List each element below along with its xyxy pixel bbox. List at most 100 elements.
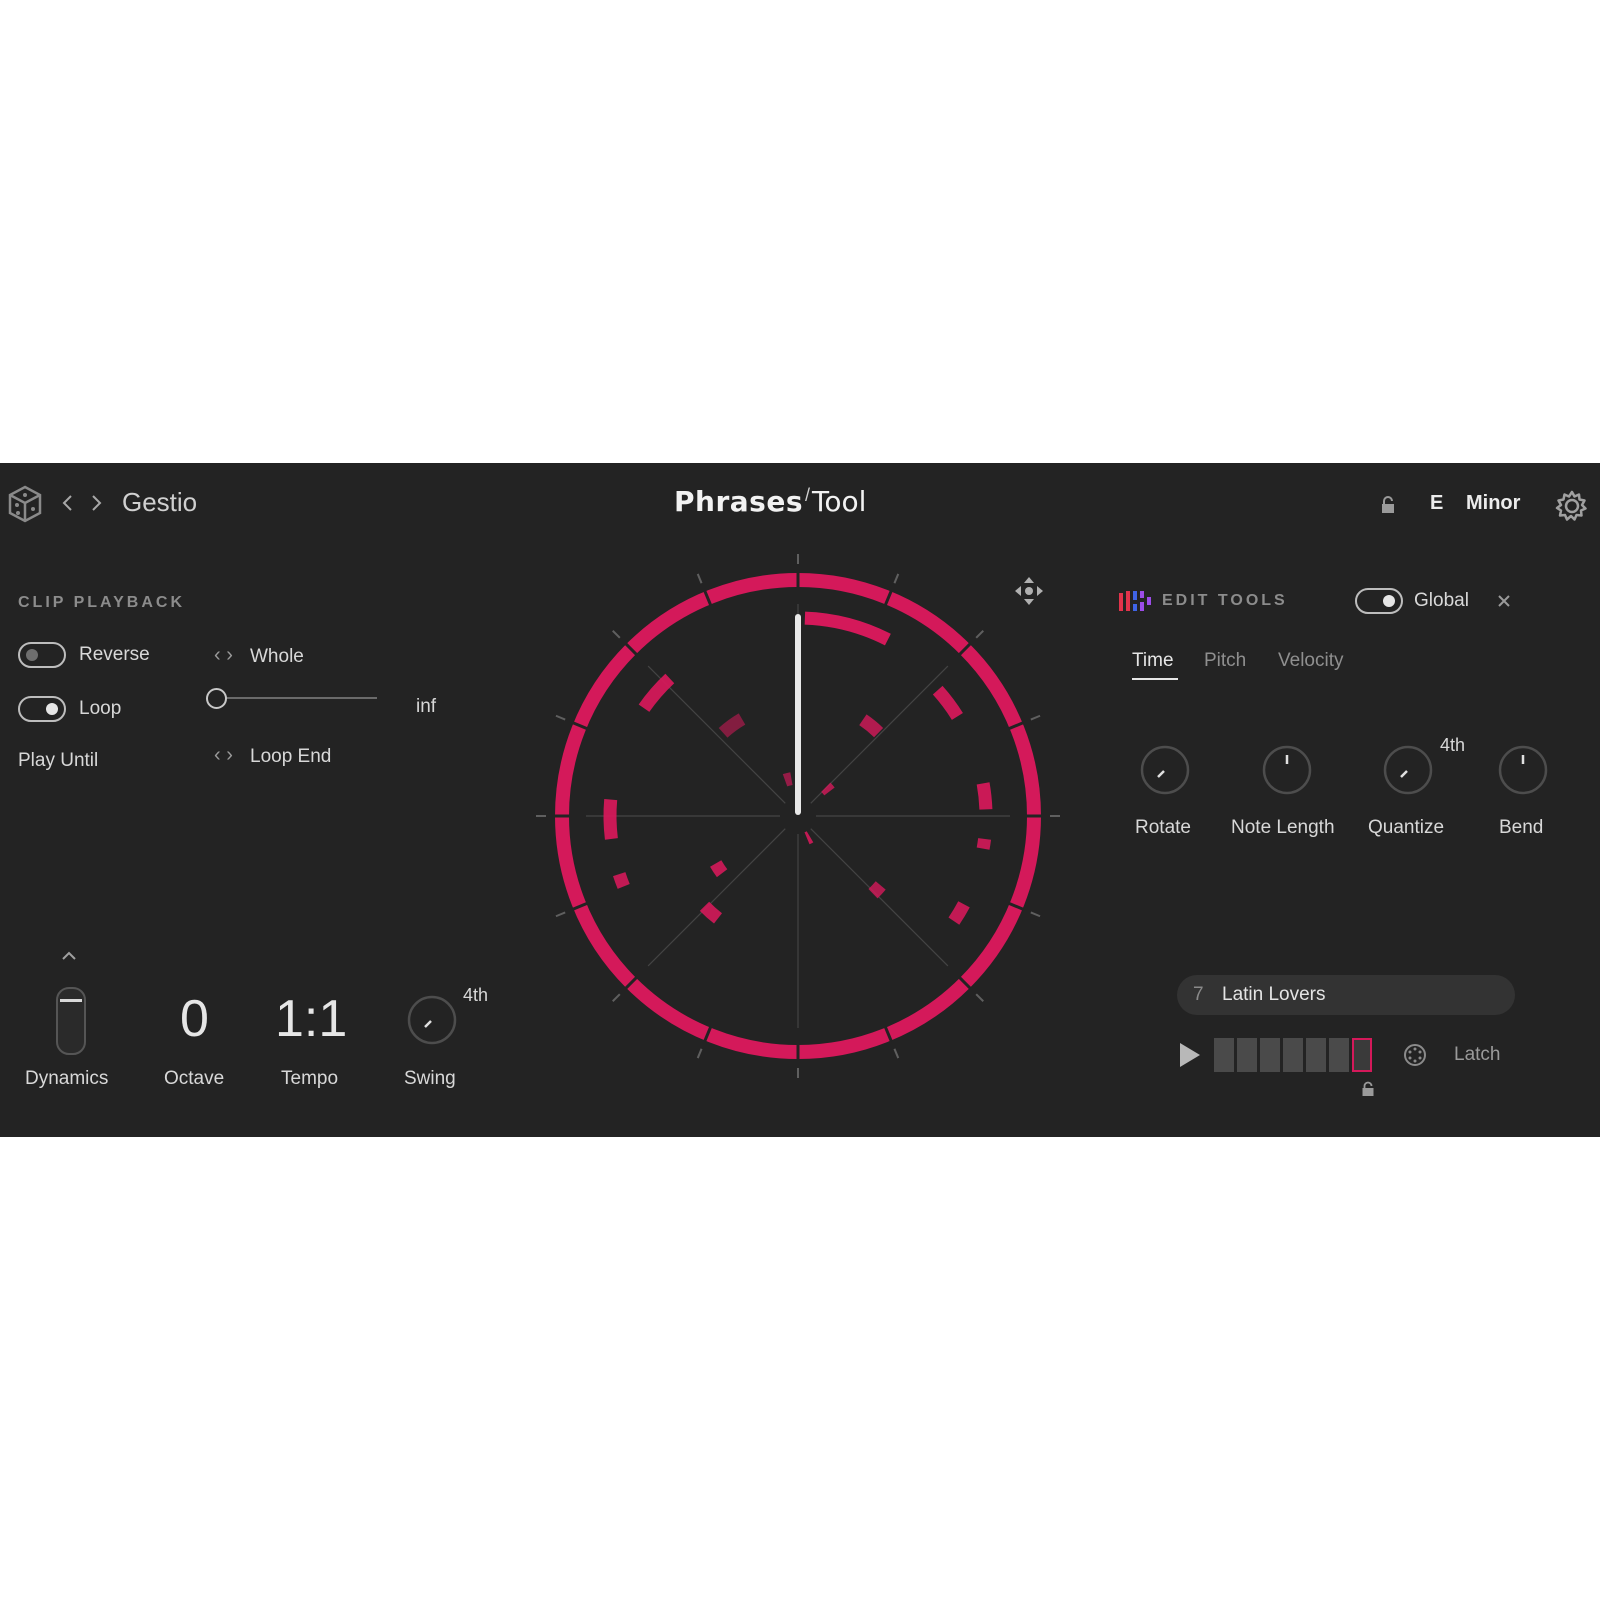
note-arc	[699, 901, 723, 924]
play-until-arrows-icon[interactable]: ‹ ›	[214, 744, 233, 767]
phrase-slot[interactable]	[1329, 1038, 1349, 1072]
chevron-right-icon	[92, 495, 102, 511]
app-title-sub: Tool	[812, 485, 867, 518]
dice-icon[interactable]	[8, 485, 42, 523]
swing-division[interactable]: 4th	[463, 985, 488, 1006]
global-toggle[interactable]	[1355, 588, 1403, 614]
phrase-slot-strip[interactable]	[1214, 1038, 1378, 1072]
reverse-toggle[interactable]	[18, 642, 66, 668]
chevron-left-icon	[62, 495, 72, 511]
loop-label: Loop	[79, 698, 122, 719]
phrase-name: Latin Lovers	[1222, 984, 1326, 1005]
play-button[interactable]	[1178, 1041, 1202, 1069]
tab-time[interactable]: Time	[1132, 650, 1174, 672]
loop-count-value: inf	[416, 696, 437, 717]
global-label: Global	[1414, 590, 1469, 611]
rotate-label: Rotate	[1135, 817, 1191, 838]
preset-name[interactable]: Gestio	[122, 487, 197, 518]
bend-label: Bend	[1499, 817, 1544, 838]
global-toggle-knob	[1383, 595, 1395, 607]
note-arc	[821, 782, 835, 796]
note-arc	[718, 713, 746, 738]
phrase-slot[interactable]	[1306, 1038, 1326, 1072]
phrase-number: 7	[1193, 984, 1204, 1005]
edit-tools-heading: EDIT TOOLS	[1162, 592, 1288, 609]
note-arc	[859, 714, 884, 738]
note-arc	[804, 611, 891, 646]
note-arc	[976, 838, 992, 850]
close-edit-tools-button[interactable]	[1494, 591, 1514, 611]
bend-knob[interactable]	[1497, 744, 1549, 796]
slider-track	[215, 697, 377, 699]
outer-tick	[893, 573, 900, 584]
edit-tools-icon	[1119, 589, 1151, 613]
gear-icon	[1555, 490, 1587, 521]
close-icon	[1498, 595, 1510, 607]
scale-selector[interactable]: Minor	[1466, 492, 1520, 515]
quantize-knob[interactable]	[1382, 744, 1434, 796]
phrase-selector[interactable]: 7 Latin Lovers	[1177, 975, 1515, 1015]
app-title-main: Phrases	[674, 485, 803, 518]
tempo-label: Tempo	[281, 1068, 339, 1089]
dynamics-fader[interactable]	[56, 987, 86, 1055]
app-title: Phrases/Tool	[674, 485, 866, 518]
note-arc	[976, 782, 993, 810]
clip-playback-heading: CLIP PLAYBACK	[18, 594, 186, 611]
phrase-slot[interactable]	[1237, 1038, 1257, 1072]
slot-lock-icon[interactable]	[1361, 1081, 1375, 1097]
swing-knob[interactable]	[406, 994, 458, 1046]
octave-label: Octave	[164, 1068, 225, 1089]
octave-value[interactable]: 0	[180, 989, 209, 1049]
outer-tick	[1030, 911, 1041, 918]
reverse-label: Reverse	[79, 644, 150, 665]
phrase-slot-active[interactable]	[1352, 1038, 1372, 1072]
loop-count-slider[interactable]	[205, 686, 377, 710]
outer-tick	[612, 993, 621, 1002]
outer-tick	[555, 911, 566, 918]
quantize-label: Quantize	[1368, 817, 1445, 838]
note-length-label: Note Length	[1231, 817, 1335, 838]
play-until-value[interactable]: Loop End	[250, 746, 331, 768]
move-icon[interactable]	[1014, 576, 1044, 606]
range-arrows-icon[interactable]: ‹ ›	[214, 644, 233, 667]
note-arc	[948, 901, 970, 925]
phrase-slot[interactable]	[1214, 1038, 1234, 1072]
loop-toggle[interactable]	[18, 696, 66, 722]
latch-label[interactable]: Latch	[1454, 1044, 1500, 1066]
clock-icon[interactable]	[1403, 1043, 1427, 1067]
note-arc	[603, 799, 618, 840]
note-arc	[804, 831, 814, 845]
play-until-label: Play Until	[18, 750, 99, 771]
dynamics-fader-handle[interactable]	[60, 999, 82, 1002]
note-arc	[638, 673, 675, 713]
tab-velocity[interactable]: Velocity	[1278, 650, 1343, 672]
tab-pitch[interactable]: Pitch	[1204, 650, 1246, 672]
rotate-knob[interactable]	[1139, 744, 1191, 796]
key-lock-icon[interactable]	[1380, 495, 1396, 515]
tempo-value[interactable]: 1:1	[275, 989, 347, 1049]
previous-preset-button[interactable]	[60, 491, 76, 515]
phrase-slot[interactable]	[1283, 1038, 1303, 1072]
outer-tick	[696, 1048, 703, 1059]
phrase-slot[interactable]	[1260, 1038, 1280, 1072]
dynamics-label: Dynamics	[25, 1068, 109, 1089]
play-icon	[1180, 1043, 1200, 1067]
key-selector[interactable]: E	[1430, 492, 1443, 515]
phrases-tool-panel: Gestio Phrases/Tool E Minor CLIP PLAYBAC…	[0, 463, 1600, 1137]
note-length-knob[interactable]	[1261, 744, 1313, 796]
next-preset-button[interactable]	[88, 491, 104, 515]
guide-line	[647, 828, 786, 967]
note-arc	[782, 772, 793, 787]
tab-time-underline	[1132, 678, 1178, 680]
outer-tick	[696, 573, 703, 584]
range-value[interactable]: Whole	[250, 646, 304, 668]
phrase-circle-display[interactable]	[525, 543, 1071, 1089]
settings-button[interactable]	[1555, 489, 1589, 523]
outer-tick	[555, 714, 566, 721]
quantize-division[interactable]: 4th	[1440, 735, 1465, 756]
dynamics-expand-icon[interactable]	[61, 949, 77, 961]
note-arc	[868, 881, 886, 899]
reverse-toggle-knob	[26, 649, 38, 661]
loop-toggle-knob	[46, 703, 58, 715]
slider-handle[interactable]	[206, 688, 227, 709]
